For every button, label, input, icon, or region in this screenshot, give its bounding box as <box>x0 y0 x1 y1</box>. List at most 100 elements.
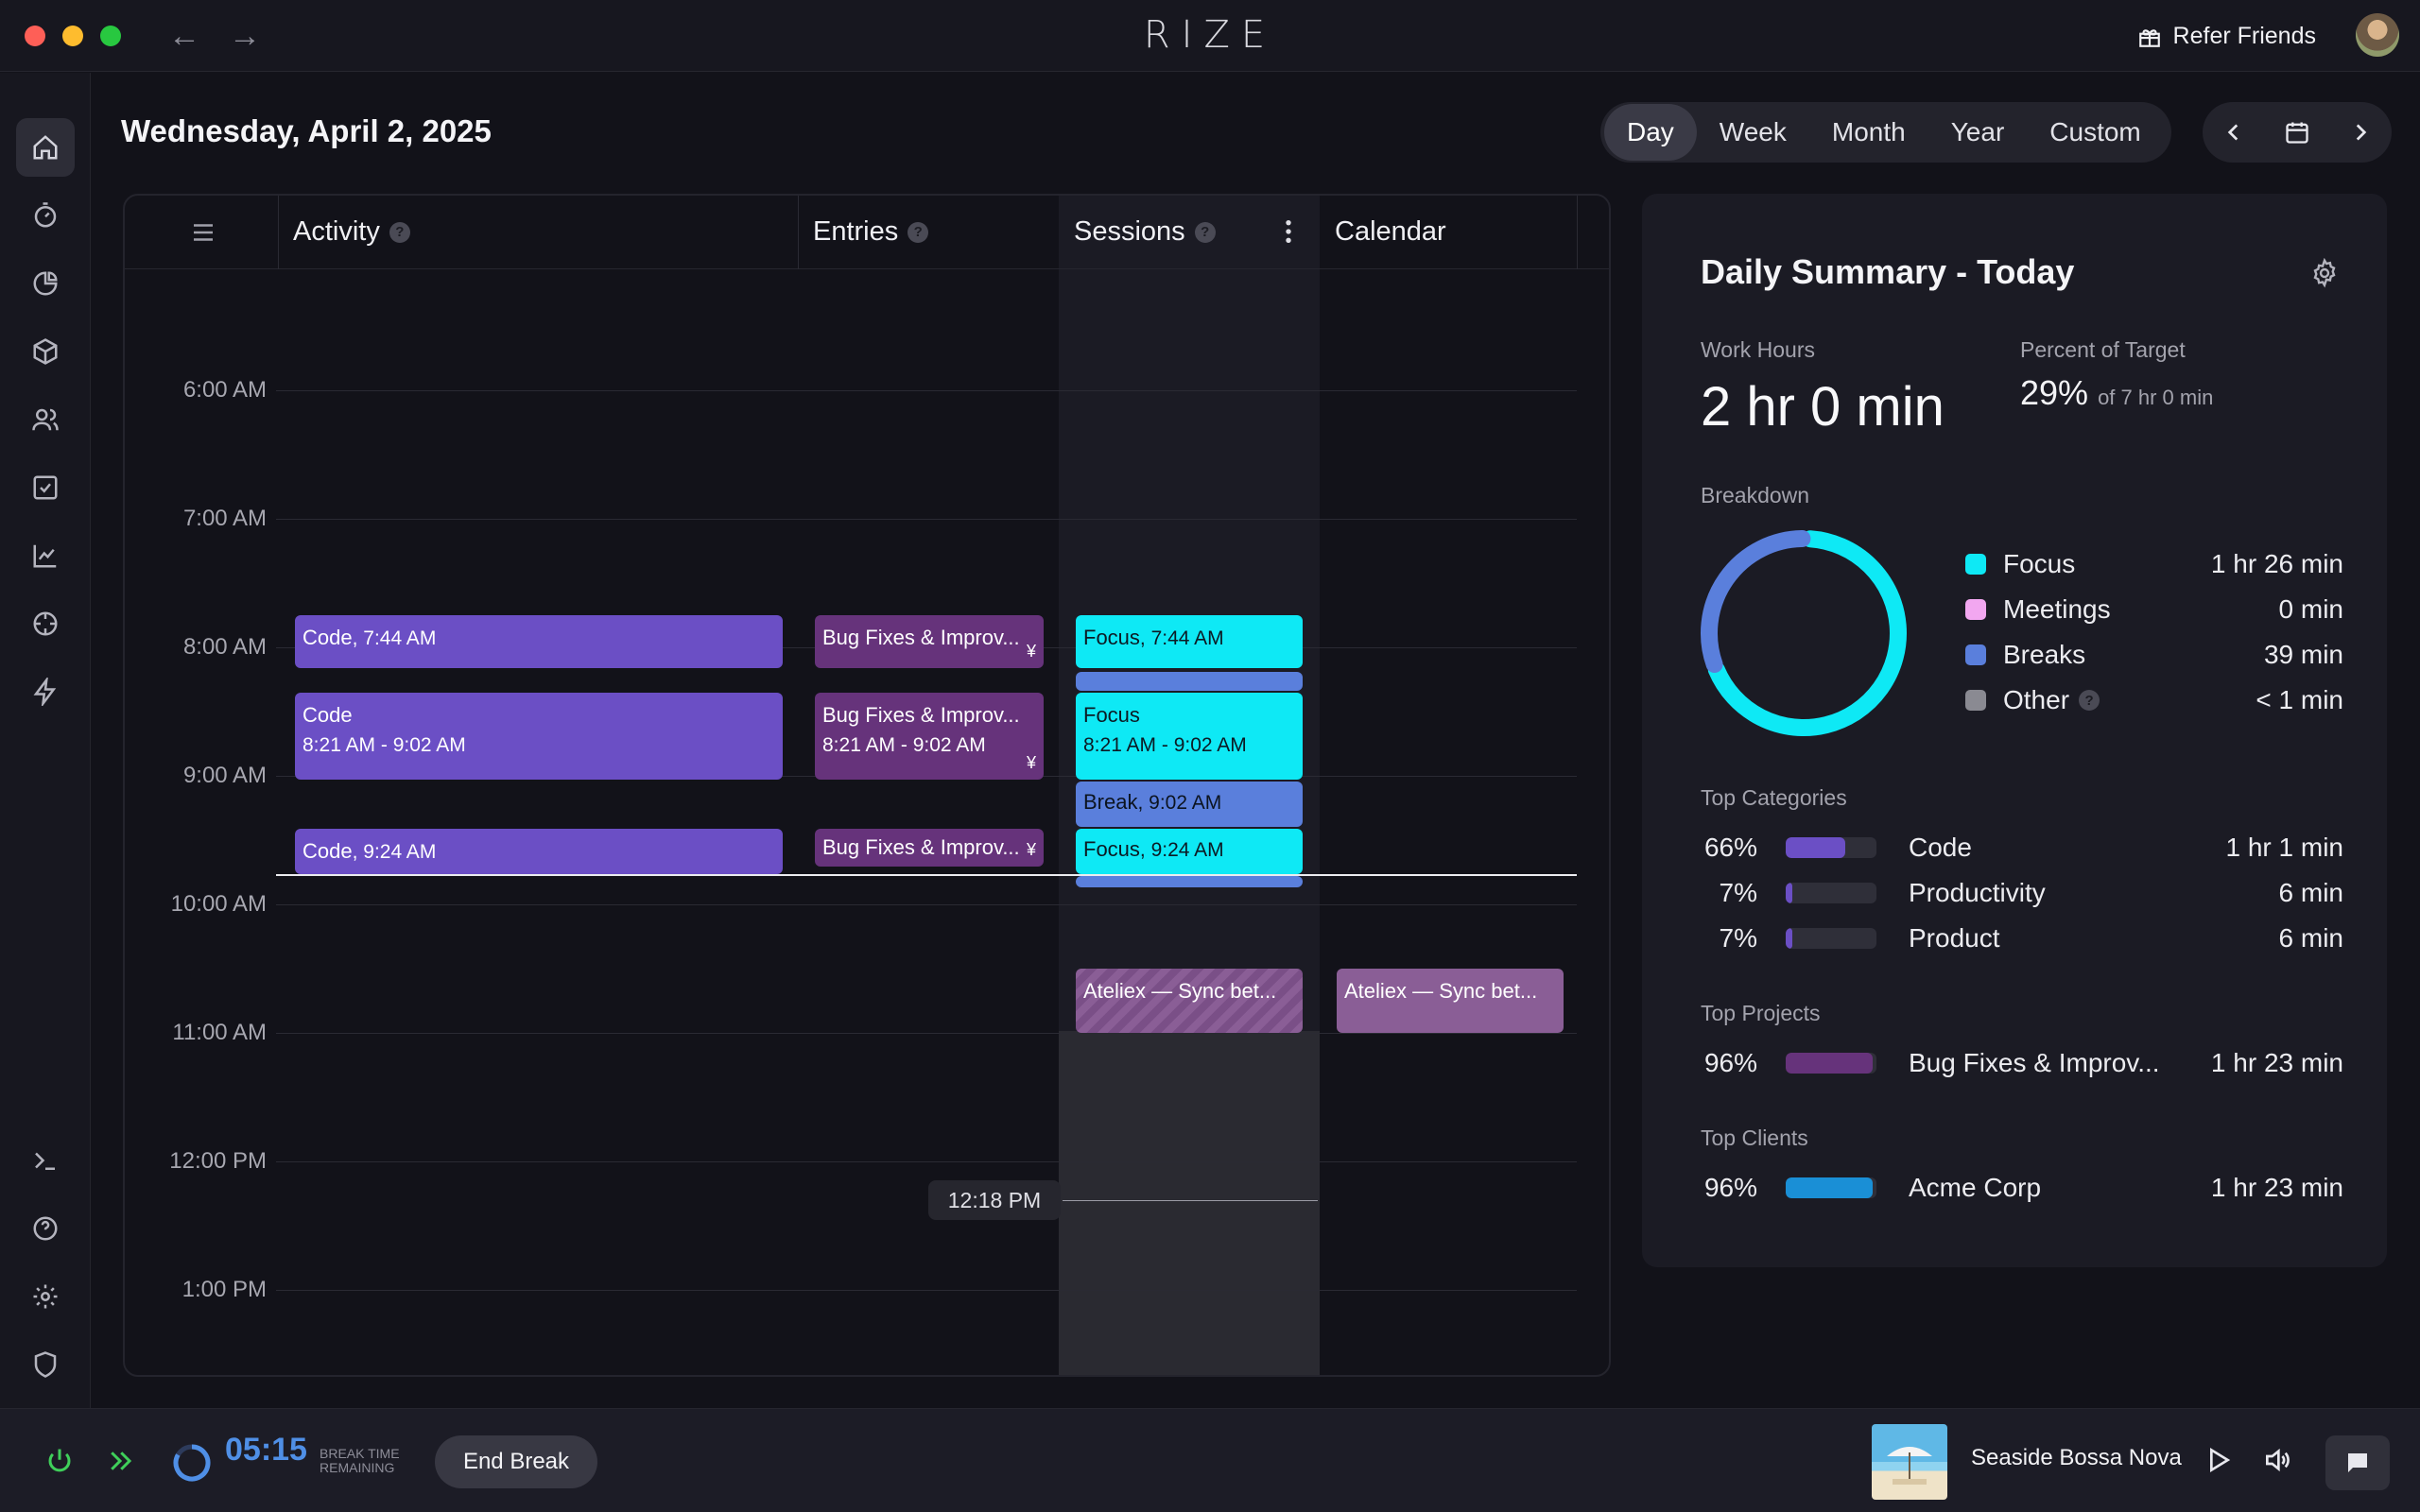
summary-settings-button[interactable] <box>2309 258 2340 288</box>
block-title: Bug Fixes & Improv... <box>822 703 1020 727</box>
tab-month[interactable]: Month <box>1809 104 1928 161</box>
block-title: Bug Fixes & Improv... <box>822 626 1020 649</box>
block-title: Code <box>302 839 353 863</box>
block-time: , 7:44 AM <box>352 627 437 649</box>
columns-menu-button[interactable] <box>189 218 217 247</box>
sidebar-item-privacy[interactable] <box>16 1335 75 1394</box>
category-row-code[interactable]: 66% Code 1 hr 1 min <box>1701 829 2343 867</box>
sidebar-item-home[interactable] <box>16 118 75 177</box>
break-timer: 05:15 <box>225 1432 307 1468</box>
hour-label: 7:00 AM <box>182 506 267 531</box>
client-row[interactable]: 96% Acme Corp 1 hr 23 min <box>1701 1169 2343 1207</box>
hour-line <box>276 1161 1577 1162</box>
stat-name: Productivity <box>1909 878 2046 907</box>
cursor-time-line <box>1063 1200 1318 1201</box>
tab-year[interactable]: Year <box>1928 104 2028 161</box>
sidebar-item-projects[interactable] <box>16 322 75 381</box>
sidebar-item-help[interactable] <box>16 1199 75 1258</box>
sidebar-item-timer[interactable] <box>16 186 75 245</box>
title-bar: ← → RIZE Refer Friends <box>0 0 2420 72</box>
stat-bar-fill <box>1786 883 1792 903</box>
entry-block[interactable]: Bug Fixes & Improv... ¥ <box>815 615 1044 668</box>
hour-line <box>276 390 1577 391</box>
play-button[interactable] <box>2203 1445 2233 1475</box>
tab-day[interactable]: Day <box>1604 104 1697 161</box>
sidebar-item-goals[interactable] <box>16 594 75 653</box>
stat-bar <box>1786 1177 1876 1198</box>
album-art[interactable] <box>1872 1424 1947 1500</box>
date-navigator <box>2203 102 2392 163</box>
timer-label-line: BREAK TIME <box>320 1446 400 1461</box>
sidebar-item-settings[interactable] <box>16 1267 75 1326</box>
sessions-more-button[interactable] <box>1284 218 1293 245</box>
block-time: , 9:24 AM <box>352 841 437 863</box>
stat-value: 1 hr 23 min <box>2210 1048 2343 1077</box>
sidebar-item-tasks[interactable] <box>16 458 75 517</box>
volume-button[interactable] <box>2261 1445 2293 1475</box>
activity-block[interactable]: Code, 9:24 AM <box>295 829 783 874</box>
column-divider <box>278 196 279 269</box>
stat-name: Code <box>1909 833 1972 862</box>
checkbox-icon <box>33 475 58 500</box>
column-divider <box>798 196 799 269</box>
cube-icon <box>33 338 58 365</box>
donut-segment-breaks <box>1701 530 1811 674</box>
more-vertical-icon <box>1286 219 1291 244</box>
help-icon[interactable]: ? <box>908 221 929 243</box>
sidebar-item-terminal[interactable] <box>16 1131 75 1190</box>
entry-block[interactable]: Bug Fixes & Improv... 8:21 AM - 9:02 AM … <box>815 693 1044 780</box>
refer-friends-button[interactable]: Refer Friends <box>2137 23 2316 50</box>
end-break-button[interactable]: End Break <box>435 1435 597 1488</box>
current-time-line <box>276 874 1577 876</box>
next-day-button[interactable] <box>2348 120 2373 145</box>
hour-label: 1:00 PM <box>182 1277 267 1302</box>
sidebar-item-automations[interactable] <box>16 662 75 721</box>
top-projects-label: Top Projects <box>1701 1001 1821 1025</box>
gear-icon <box>33 1284 58 1309</box>
calendar-event[interactable]: Ateliex — Sync bet... <box>1337 969 1564 1033</box>
session-block-break[interactable] <box>1076 876 1303 887</box>
power-button[interactable] <box>45 1447 74 1475</box>
hour-label: 11:00 AM <box>172 1020 267 1045</box>
sidebar-item-analytics[interactable] <box>16 526 75 585</box>
now-playing-title[interactable]: Seaside Bossa Nova <box>1971 1445 2182 1471</box>
column-title: Entries <box>813 216 899 247</box>
category-row-product[interactable]: 7% Product 6 min <box>1701 919 2343 957</box>
activity-block[interactable]: Code 8:21 AM - 9:02 AM <box>295 693 783 780</box>
activity-block[interactable]: Code, 7:44 AM <box>295 615 783 668</box>
home-icon <box>33 135 58 160</box>
skip-forward-button[interactable] <box>104 1447 136 1475</box>
category-row-productivity[interactable]: 7% Productivity 6 min <box>1701 874 2343 912</box>
help-icon[interactable]: ? <box>2079 690 2100 711</box>
block-title: Break <box>1083 790 1138 814</box>
session-block-break[interactable]: Break, 9:02 AM <box>1076 782 1303 827</box>
previous-day-button[interactable] <box>2221 120 2246 145</box>
breakdown-label: Breakdown <box>1701 483 1810 507</box>
session-block-focus[interactable]: Focus 8:21 AM - 9:02 AM <box>1076 693 1303 780</box>
entry-block[interactable]: Bug Fixes & Improv... ¥ <box>815 829 1044 867</box>
chat-button[interactable] <box>2325 1435 2390 1490</box>
tab-week[interactable]: Week <box>1697 104 1809 161</box>
sidebar-item-clients[interactable] <box>16 390 75 449</box>
legend-value: 39 min <box>2263 640 2343 669</box>
user-avatar[interactable] <box>2356 13 2399 57</box>
date-picker-button[interactable] <box>2284 119 2310 146</box>
session-block-focus[interactable]: Focus, 9:24 AM <box>1076 829 1303 874</box>
project-row[interactable]: 96% Bug Fixes & Improv... 1 hr 23 min <box>1701 1044 2343 1082</box>
tab-custom[interactable]: Custom <box>2027 104 2163 161</box>
column-header-activity: Activity ? <box>293 216 410 248</box>
column-title: Calendar <box>1335 216 1446 247</box>
stopwatch-icon <box>34 202 57 228</box>
sidebar-item-reports[interactable] <box>16 254 75 313</box>
legend-value: < 1 min <box>2256 685 2343 714</box>
help-icon <box>33 1216 58 1241</box>
percent-target-value: 29% of 7 hr 0 min <box>2020 373 2213 413</box>
top-categories-label: Top Categories <box>1701 785 1847 810</box>
session-block-break[interactable] <box>1076 672 1303 691</box>
help-icon[interactable]: ? <box>389 221 410 243</box>
session-block-meeting[interactable]: Ateliex — Sync bet... <box>1076 969 1303 1033</box>
session-block-focus[interactable]: Focus, 7:44 AM <box>1076 615 1303 668</box>
help-icon[interactable]: ? <box>1194 221 1216 243</box>
page-title: Wednesday, April 2, 2025 <box>121 113 492 148</box>
block-time: 8:21 AM - 9:02 AM <box>302 734 466 756</box>
